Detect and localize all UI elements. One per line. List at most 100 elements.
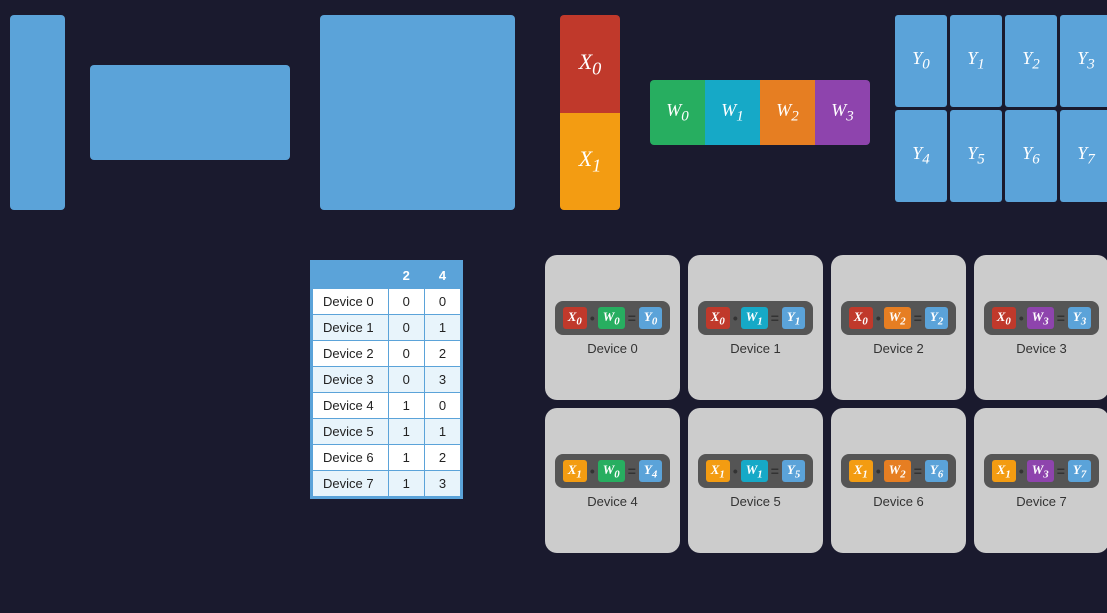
device-label-7: Device 7 <box>1016 494 1067 509</box>
w1-label: W1 <box>721 100 744 126</box>
table-header-col4: 4 <box>424 263 460 289</box>
w3-label: W3 <box>831 100 854 126</box>
table-cell-v4: 2 <box>424 445 460 471</box>
device-label-3: Device 3 <box>1016 341 1067 356</box>
x1-block: X1 <box>560 113 620 211</box>
y-cell-2: Y2 <box>1005 15 1057 107</box>
table-cell-device: Device 4 <box>313 393 389 419</box>
device-table: 2 4 Device 0 0 0Device 1 0 1Device 2 0 2… <box>310 260 463 499</box>
table-row: Device 7 1 3 <box>313 471 461 497</box>
device-label-0: Device 0 <box>587 341 638 356</box>
table-cell-v2: 1 <box>388 445 424 471</box>
device-card-0: X0 • W0 = Y0 Device 0 <box>545 255 680 400</box>
eq-x-2: X0 <box>849 307 873 330</box>
table-row: Device 4 1 0 <box>313 393 461 419</box>
eq-w-2: W2 <box>884 307 911 330</box>
table-cell-device: Device 7 <box>313 471 389 497</box>
matrix-x <box>10 15 65 210</box>
table-row: Device 5 1 1 <box>313 419 461 445</box>
w-split: W0 W1 W2 W3 <box>650 80 870 145</box>
eq-w-4: W0 <box>598 460 625 483</box>
eq-w-7: W3 <box>1027 460 1054 483</box>
table-cell-v2: 0 <box>388 367 424 393</box>
device-equation-3: X0 • W3 = Y3 <box>984 301 1100 336</box>
device-card-1: X0 • W1 = Y1 Device 1 <box>688 255 823 400</box>
x0-label: X0 <box>579 49 602 79</box>
table-cell-v2: 1 <box>388 419 424 445</box>
x1-label: X1 <box>579 146 602 176</box>
eq-x-0: X0 <box>563 307 587 330</box>
table-cell-v4: 1 <box>424 419 460 445</box>
table-row: Device 0 0 0 <box>313 289 461 315</box>
table-cell-v2: 1 <box>388 471 424 497</box>
eq-y-4: Y4 <box>639 460 662 483</box>
table-cell-device: Device 0 <box>313 289 389 315</box>
table-cell-v4: 1 <box>424 315 460 341</box>
device-label-2: Device 2 <box>873 341 924 356</box>
table-cell-device: Device 2 <box>313 341 389 367</box>
table-cell-v2: 0 <box>388 289 424 315</box>
table-cell-v4: 3 <box>424 471 460 497</box>
eq-w-5: W1 <box>741 460 768 483</box>
w3-block: W3 <box>815 80 870 145</box>
x-split: X0 X1 <box>560 15 620 210</box>
device-card-4: X1 • W0 = Y4 Device 4 <box>545 408 680 553</box>
device-equation-7: X1 • W3 = Y7 <box>984 454 1100 489</box>
table-cell-v4: 2 <box>424 341 460 367</box>
eq-x-3: X0 <box>992 307 1016 330</box>
device-equation-2: X0 • W2 = Y2 <box>841 301 957 336</box>
table-cell-v4: 3 <box>424 367 460 393</box>
y-cell-4: Y4 <box>895 110 947 202</box>
device-card-7: X1 • W3 = Y7 Device 7 <box>974 408 1107 553</box>
table-cell-v4: 0 <box>424 393 460 419</box>
devices-grid: X0 • W0 = Y0 Device 0 X0 • W1 = Y1 Devic… <box>545 255 1107 553</box>
w2-label: W2 <box>776 100 799 126</box>
device-equation-5: X1 • W1 = Y5 <box>698 454 814 489</box>
w2-block: W2 <box>760 80 815 145</box>
matrix-w <box>90 65 290 160</box>
device-equation-1: X0 • W1 = Y1 <box>698 301 814 336</box>
x0-block: X0 <box>560 15 620 113</box>
w0-label: W0 <box>666 100 689 126</box>
device-label-4: Device 4 <box>587 494 638 509</box>
table-cell-device: Device 3 <box>313 367 389 393</box>
eq-w-1: W1 <box>741 307 768 330</box>
table-cell-device: Device 1 <box>313 315 389 341</box>
y-cell-1: Y1 <box>950 15 1002 107</box>
eq-w-6: W2 <box>884 460 911 483</box>
y-cell-5: Y5 <box>950 110 1002 202</box>
eq-y-3: Y3 <box>1068 307 1091 330</box>
table-row: Device 1 0 1 <box>313 315 461 341</box>
eq-x-5: X1 <box>706 460 730 483</box>
table-cell-v2: 1 <box>388 393 424 419</box>
device-label-1: Device 1 <box>730 341 781 356</box>
device-card-6: X1 • W2 = Y6 Device 6 <box>831 408 966 553</box>
eq-y-1: Y1 <box>782 307 805 330</box>
table-cell-device: Device 5 <box>313 419 389 445</box>
device-label-5: Device 5 <box>730 494 781 509</box>
eq-y-0: Y0 <box>639 307 662 330</box>
eq-y-7: Y7 <box>1068 460 1091 483</box>
eq-x-6: X1 <box>849 460 873 483</box>
device-card-5: X1 • W1 = Y5 Device 5 <box>688 408 823 553</box>
table-cell-v4: 0 <box>424 289 460 315</box>
eq-y-5: Y5 <box>782 460 805 483</box>
device-equation-6: X1 • W2 = Y6 <box>841 454 957 489</box>
table-cell-v2: 0 <box>388 315 424 341</box>
eq-y-6: Y6 <box>925 460 948 483</box>
y-cell-3: Y3 <box>1060 15 1107 107</box>
device-card-3: X0 • W3 = Y3 Device 3 <box>974 255 1107 400</box>
y-grid: Y0Y1Y2Y3 Y4Y5Y6Y7 <box>895 15 1107 202</box>
y-cell-7: Y7 <box>1060 110 1107 202</box>
table-row: Device 6 1 2 <box>313 445 461 471</box>
y-cell-0: Y0 <box>895 15 947 107</box>
table-row: Device 2 0 2 <box>313 341 461 367</box>
eq-w-3: W3 <box>1027 307 1054 330</box>
table-header-col2: 2 <box>388 263 424 289</box>
y-cell-6: Y6 <box>1005 110 1057 202</box>
device-equation-0: X0 • W0 = Y0 <box>555 301 671 336</box>
eq-y-2: Y2 <box>925 307 948 330</box>
eq-x-7: X1 <box>992 460 1016 483</box>
w1-block: W1 <box>705 80 760 145</box>
table-header-device <box>313 263 389 289</box>
